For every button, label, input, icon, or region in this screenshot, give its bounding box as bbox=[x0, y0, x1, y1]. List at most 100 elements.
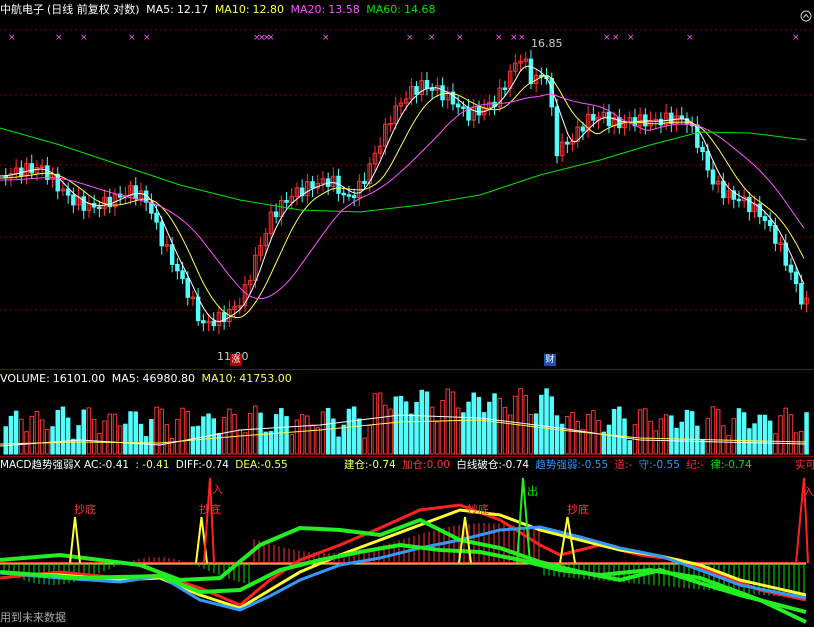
macd-header: MACD趋势强弱X AC:-0.41 : -0.41 DIFF:-0.74 DE… bbox=[0, 458, 291, 472]
volume-bar bbox=[8, 415, 14, 455]
signal-marker: × bbox=[428, 33, 436, 43]
ji-value: - bbox=[700, 459, 705, 471]
chart-window[interactable]: 中航电子 (日线 前复权 对数) MA5: 12.17 MA10: 12.80 MA2… bbox=[0, 0, 814, 627]
volume-bar bbox=[715, 409, 721, 455]
candle-body bbox=[461, 106, 466, 109]
macd-header-right: 建仓:-0.74 加仓:0.00 白线破仓:-0.74 趋势强弱:-0.55 道… bbox=[344, 458, 755, 472]
candle-body bbox=[554, 106, 560, 157]
panel-divider-macd[interactable] bbox=[0, 456, 814, 457]
volume-bar bbox=[19, 418, 24, 455]
panel-divider-volume[interactable] bbox=[0, 369, 814, 370]
volume-bar bbox=[778, 415, 783, 455]
volume-bar bbox=[86, 407, 92, 455]
candle-body bbox=[799, 283, 804, 305]
candle-body bbox=[606, 111, 612, 127]
vol-ma5-label: MA5: bbox=[111, 372, 140, 385]
jiancang-label: 建仓: bbox=[344, 459, 369, 471]
volume-bar bbox=[149, 419, 154, 455]
dea-value: -0.55 bbox=[260, 459, 288, 471]
candle-body bbox=[29, 163, 34, 174]
volume-bar bbox=[450, 391, 456, 455]
volume-bar bbox=[788, 414, 794, 455]
signal-marker: × bbox=[406, 33, 414, 43]
volume-bar bbox=[580, 429, 586, 455]
jiacang-label: 加仓: bbox=[402, 459, 427, 471]
candle-body bbox=[159, 221, 164, 247]
signal-marker: × bbox=[267, 33, 275, 43]
volume-bar bbox=[232, 414, 237, 455]
candle-body bbox=[185, 278, 190, 298]
finance-badge[interactable]: 财 bbox=[544, 354, 556, 366]
macd-title: MACD趋势强弱X bbox=[0, 459, 81, 471]
diff-line bbox=[0, 503, 807, 607]
jiancang-value: -0.74 bbox=[368, 459, 396, 471]
volume-bar bbox=[362, 437, 367, 455]
candle-body bbox=[65, 188, 71, 196]
candle-body bbox=[679, 115, 684, 120]
candle-body bbox=[284, 200, 289, 203]
candle-body bbox=[201, 320, 206, 324]
volume-bar bbox=[123, 423, 128, 455]
rise-badge[interactable]: 涨 bbox=[230, 354, 242, 366]
volume-bar bbox=[273, 414, 279, 455]
candle-body bbox=[154, 212, 159, 223]
candle-body bbox=[424, 79, 430, 89]
volume-bar bbox=[351, 406, 357, 455]
signal-marker: × bbox=[128, 33, 136, 43]
diff-label: DIFF: bbox=[175, 459, 202, 471]
volume-bar bbox=[507, 414, 513, 455]
volume-bar bbox=[305, 415, 310, 455]
candle-body bbox=[414, 86, 419, 95]
volume-bar bbox=[762, 414, 768, 455]
volume-bar bbox=[741, 412, 747, 455]
signal-marker: × bbox=[518, 33, 526, 43]
volume-bar bbox=[689, 411, 695, 455]
candle-body bbox=[476, 106, 482, 116]
volume-bar bbox=[440, 399, 445, 455]
volume-bar bbox=[471, 392, 476, 455]
green-line-2 bbox=[0, 542, 807, 624]
volume-bar bbox=[643, 408, 648, 455]
volume-bar bbox=[102, 420, 107, 455]
candle-body bbox=[362, 180, 367, 185]
signal-marker: × bbox=[143, 33, 151, 43]
volume-bar bbox=[658, 418, 664, 455]
volume-bar bbox=[596, 419, 601, 455]
candle-body bbox=[211, 320, 216, 327]
volume-bar bbox=[221, 416, 227, 455]
volume-bar bbox=[372, 393, 378, 455]
candle-body bbox=[273, 211, 279, 218]
volume-bar bbox=[466, 401, 471, 455]
volume-bar bbox=[216, 432, 222, 455]
volume-bar bbox=[648, 420, 653, 455]
volume-bar bbox=[81, 409, 86, 455]
volume-bar bbox=[747, 428, 752, 455]
volume-bar bbox=[34, 411, 40, 455]
candle-body bbox=[169, 244, 175, 265]
volume-bar bbox=[492, 393, 497, 455]
candle-body bbox=[591, 114, 596, 121]
signal-marker: × bbox=[686, 33, 694, 43]
signal-marker: × bbox=[612, 33, 620, 43]
kline-chart[interactable]: × × × × × ×××× × × × × × × × × × × × × bbox=[0, 0, 814, 627]
volume-bar bbox=[585, 414, 591, 455]
volume-bar bbox=[461, 412, 466, 455]
future-data-note: 用到未来数据 bbox=[0, 611, 66, 624]
candle-body bbox=[81, 196, 86, 211]
candle-body bbox=[440, 85, 445, 101]
candle-body bbox=[580, 126, 586, 132]
volume-bar bbox=[97, 432, 102, 455]
baixian-label: 白线破仓: bbox=[456, 459, 502, 471]
shou-label: 守: bbox=[638, 459, 653, 471]
volume-bar bbox=[13, 410, 19, 455]
volume-bar bbox=[357, 418, 362, 455]
volume-bar bbox=[164, 424, 170, 455]
volume-bar bbox=[409, 413, 414, 455]
signal-chaodi-2: 抄底 bbox=[199, 503, 221, 516]
signal-marker: × bbox=[510, 33, 518, 43]
volume-bar bbox=[320, 411, 326, 455]
volume-bar bbox=[663, 414, 669, 455]
volume-bar bbox=[487, 401, 492, 455]
signal-chu: 出 bbox=[527, 485, 538, 498]
lv-value: -0.74 bbox=[724, 459, 752, 471]
